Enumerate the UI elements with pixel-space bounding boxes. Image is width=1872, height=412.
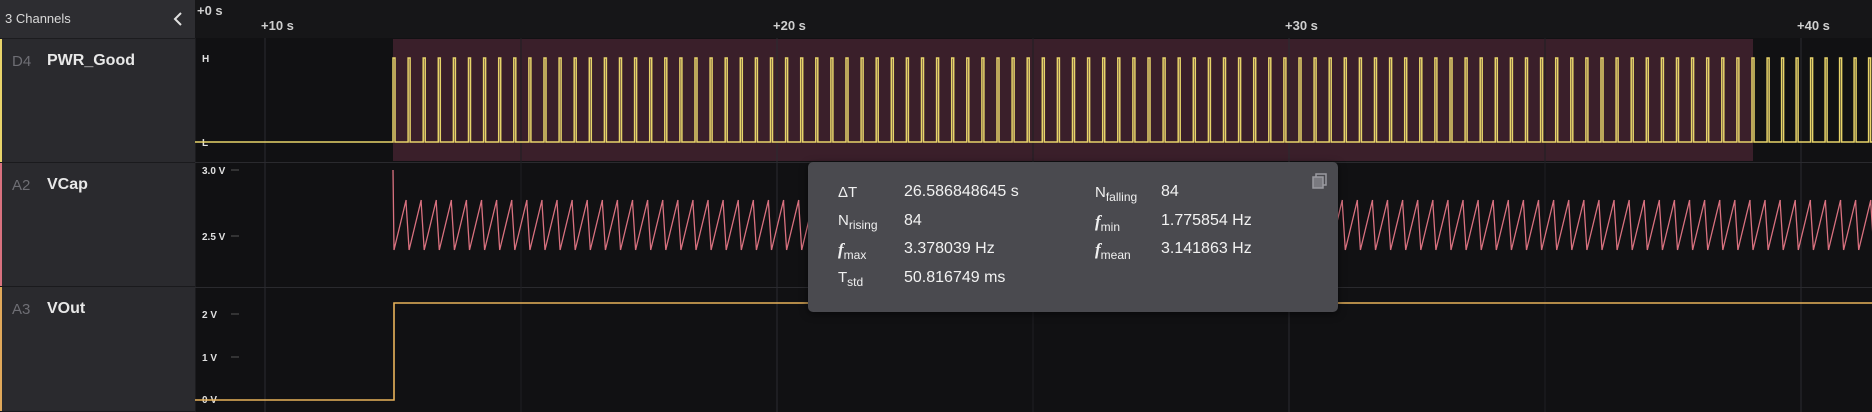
copy-button[interactable] [1311, 172, 1329, 190]
channel-id: A3 [12, 301, 31, 318]
f-min-value: 1.775854 Hz [1161, 212, 1252, 229]
t-std-label: Tstd [838, 269, 864, 289]
time-label-0: +0 s [197, 3, 223, 18]
n-falling-value: 84 [1161, 183, 1179, 200]
channel-name[interactable]: PWR_Good [47, 52, 135, 70]
vout-2v-label: 2 V [202, 310, 217, 321]
channel-color-stripe [0, 163, 2, 286]
sidebar-header: 3 Channels [0, 0, 195, 39]
timeline-header[interactable] [195, 0, 1872, 38]
channel-row-d4[interactable]: D4 PWR_Good [0, 39, 195, 163]
time-label-30: +30 s [1285, 18, 1318, 33]
chevron-left-icon [173, 12, 182, 26]
channel-name[interactable]: VOut [47, 300, 85, 318]
vout-1v-label: 1 V [202, 353, 217, 364]
n-falling-label: Nfalling [1095, 184, 1138, 204]
delta-t-label: ΔT [838, 184, 858, 201]
f-mean-value: 3.141863 Hz [1161, 240, 1252, 257]
f-max-value: 3.378039 Hz [904, 240, 995, 257]
channel-sidebar: 3 Channels D4 PWR_Good A2 VCap A3 VOut [0, 0, 196, 412]
f-max-label: fmax [838, 240, 867, 262]
channel-row-a2[interactable]: A2 VCap [0, 163, 195, 287]
channel-count-label: 3 Channels [5, 11, 71, 26]
f-mean-label: fmean [1095, 240, 1131, 262]
time-label-40: +40 s [1797, 18, 1830, 33]
n-rising-value: 84 [904, 212, 922, 229]
channel-id: A2 [12, 177, 31, 194]
channel-name[interactable]: VCap [47, 176, 88, 194]
channel-row-a3[interactable]: A3 VOut [0, 287, 195, 412]
channel-id: D4 [12, 53, 32, 70]
level-ticks [231, 169, 239, 401]
copy-icon [1312, 173, 1327, 189]
channel-color-stripe [0, 287, 2, 411]
vcap-2-5v-label: 2.5 V [202, 232, 226, 243]
vcap-3v-label: 3.0 V [202, 166, 226, 177]
t-std-value: 50.816749 ms [904, 269, 1006, 286]
level-high-label: H [202, 54, 209, 65]
time-label-10: +10 s [261, 18, 294, 33]
waveform-area[interactable]: +0 s +10 s +20 s +30 s +40 s H L 3.0 V 2… [195, 0, 1872, 412]
time-label-20: +20 s [773, 18, 806, 33]
level-low-label: L [202, 138, 208, 149]
delta-t-value: 26.586848645 s [904, 183, 1019, 200]
measurement-popup: ΔT 26.586848645 s Nrising 84 fmax 3.3780… [808, 162, 1338, 312]
n-rising-label: Nrising [838, 212, 878, 232]
collapse-sidebar-button[interactable] [168, 7, 190, 31]
channel-color-stripe [0, 39, 2, 162]
f-min-label: fmin [1095, 212, 1121, 234]
